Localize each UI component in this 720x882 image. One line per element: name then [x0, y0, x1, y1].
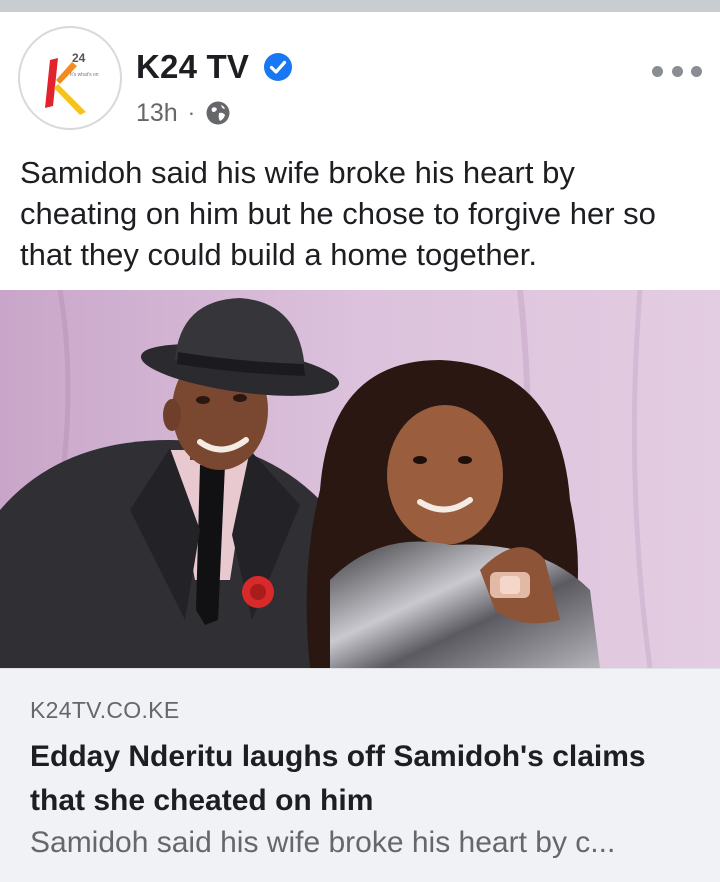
page-avatar[interactable]: 24 It's what's on — [18, 26, 122, 130]
logo-tagline: It's what's on — [70, 72, 99, 78]
feed-post: 24 It's what's on K24 TV 13h · Samidoh s… — [0, 12, 720, 882]
logo-number: 24 — [72, 51, 86, 65]
page-name-link[interactable]: K24 TV — [136, 48, 249, 86]
post-header: 24 It's what's on K24 TV 13h · — [0, 12, 720, 142]
post-timestamp[interactable]: 13h — [136, 99, 178, 128]
more-dot — [691, 65, 702, 77]
link-preview-card[interactable]: K24TV.CO.KE Edday Nderitu laughs off Sam… — [0, 668, 720, 882]
post-caption: Samidoh said his wife broke his heart by… — [20, 155, 656, 272]
link-description: Samidoh said his wife broke his heart by… — [30, 826, 616, 859]
verified-badge-icon — [264, 53, 292, 81]
link-title[interactable]: Edday Nderitu laughs off Samidoh's claim… — [30, 735, 700, 823]
meta-separator: · — [187, 100, 196, 125]
post-meta: 13h · — [136, 98, 231, 128]
globe-icon[interactable] — [205, 100, 231, 126]
photo-illustration — [0, 290, 720, 668]
feed-divider — [0, 0, 720, 12]
k24-logo-icon: 24 It's what's on — [45, 51, 99, 115]
more-dot — [652, 65, 663, 77]
more-dot — [671, 65, 683, 77]
link-domain: K24TV.CO.KE — [30, 697, 180, 723]
post-photo[interactable] — [0, 290, 720, 668]
more-options-button[interactable] — [652, 56, 702, 86]
